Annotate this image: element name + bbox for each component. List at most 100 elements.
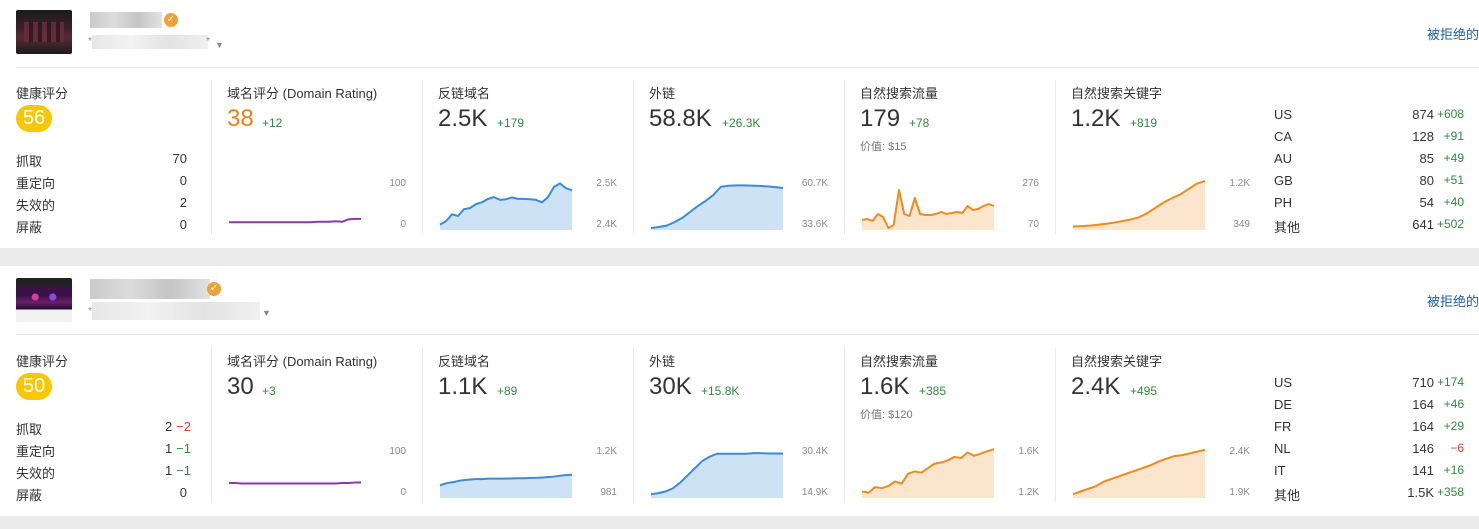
traffic-value-label: 价值: $15 [860,141,907,153]
site-url-redacted[interactable] [92,35,208,49]
referring-domains-value[interactable]: 2.5K [438,105,487,133]
verified-badge-icon: ✓ [164,13,178,27]
stat-key: 抓取 [16,154,43,169]
country-row[interactable]: DE 164 +46 [1274,397,1464,415]
stat-row-blocked[interactable]: 屏蔽 0 [16,217,191,235]
country-row[interactable]: PH 54 +40 [1274,195,1464,213]
country-row[interactable]: NL 146 −6 [1274,441,1464,459]
verified-badge-icon: ✓ [207,282,221,296]
backlinks-value[interactable]: 30K [649,373,692,401]
organic-traffic-chart[interactable] [860,178,996,230]
axis-top-label: 2.4K [1229,446,1250,457]
site-name-redacted[interactable] [90,12,162,28]
country-row[interactable]: 其他 641 +502 [1274,217,1464,235]
domain-rating-value[interactable]: 38 [227,105,254,133]
chevron-down-icon[interactable]: ▼ [262,308,271,318]
site-thumbnail[interactable] [16,10,72,54]
domain-rating-chart[interactable] [227,446,363,498]
referring-domains-value[interactable]: 1.1K [438,373,487,401]
health-score-badge[interactable]: 56 [16,105,52,132]
stat-value: 0 [179,173,187,188]
site-thumbnail[interactable] [16,278,72,322]
backlinks-chart[interactable] [649,178,785,230]
organic-traffic-chart[interactable] [860,446,996,498]
domain-rating-value[interactable]: 30 [227,373,254,401]
referring-domains-chart[interactable] [438,178,574,230]
domain-rating-label: 域名评分 (Domain Rating) [227,354,378,369]
stat-key: 重定向 [16,176,56,191]
stat-value: 1 −1 [164,463,191,478]
rejected-link[interactable]: 被拒绝的 [1427,291,1479,310]
chart-series-line [229,217,361,224]
organic-keywords-delta: +819 [1130,116,1158,130]
column-separator [422,80,423,235]
stat-row-crawled[interactable]: 抓取 2 −2 [16,419,191,437]
organic-keywords-label: 自然搜索关键字 [1071,86,1163,101]
stat-row-broken[interactable]: 失效的 2 [16,195,191,213]
chart-area [651,453,783,498]
organic-keywords-value[interactable]: 1.2K [1071,105,1120,133]
referring-domains-chart[interactable] [438,446,574,498]
country-row[interactable]: FR 164 +29 [1274,419,1464,437]
health-score-label: 健康评分 [16,354,69,369]
axis-top-label: 276 [1022,178,1039,189]
stat-key: 失效的 [16,466,56,481]
stat-key: 屏蔽 [16,220,43,235]
stat-value: 70 [172,151,187,166]
backlinks-value[interactable]: 58.8K [649,105,712,133]
site-url-redacted[interactable] [92,302,260,320]
domain-rating-label: 域名评分 (Domain Rating) [227,86,378,101]
axis-bottom-label: 1.9K [1229,487,1250,498]
column-separator [633,80,634,235]
domain-rating-delta: +3 [262,384,276,398]
organic-traffic-delta: +78 [909,116,930,130]
axis-bottom-label: 2.4K [596,219,617,230]
domain-rating-chart[interactable] [227,178,363,230]
health-score-badge[interactable]: 50 [16,373,52,400]
referring-domains-label: 反链域名 [438,86,491,101]
column-separator [1055,80,1056,235]
backlinks-delta: +26.3K [722,116,761,130]
stat-value: 2 [179,195,187,210]
organic-traffic-value[interactable]: 1.6K [860,373,909,401]
axis-top-label: 60.7K [801,178,828,189]
country-row[interactable]: US 710 +174 [1274,375,1464,393]
country-row[interactable]: US 874 +608 [1274,107,1464,125]
axis-bottom-label: 0 [400,487,406,498]
backlinks-delta: +15.8K [701,384,740,398]
stat-row-crawled[interactable]: 抓取 70 [16,151,191,169]
stat-row-redirect[interactable]: 重定向 0 [16,173,191,191]
country-row[interactable]: AU 85 +49 [1274,151,1464,169]
organic-keywords-delta: +495 [1130,384,1158,398]
axis-bottom-label: 981 [600,487,617,498]
stat-row-redirect[interactable]: 重定向 1 −1 [16,441,191,459]
organic-traffic-label: 自然搜索流量 [860,86,939,101]
column-separator [844,80,845,235]
chart-area [1073,449,1205,498]
organic-keywords-chart[interactable] [1071,178,1207,230]
organic-traffic-value[interactable]: 179 [860,105,900,133]
stat-value: 1 −1 [164,441,191,456]
organic-keywords-value[interactable]: 2.4K [1071,373,1120,401]
traffic-value-label: 价值: $120 [860,409,913,421]
country-row[interactable]: 其他 1.5K +358 [1274,485,1464,503]
chevron-down-icon[interactable]: ▼ [215,40,224,50]
wildcard-icon: * [206,36,210,47]
backlinks-chart[interactable] [649,446,785,498]
column-separator [1055,348,1056,503]
axis-top-label: 100 [389,446,406,457]
axis-top-label: 100 [389,178,406,189]
country-row[interactable]: IT 141 +16 [1274,463,1464,481]
organic-keywords-chart[interactable] [1071,446,1207,498]
stat-row-broken[interactable]: 失效的 1 −1 [16,463,191,481]
site-card: ✓ * * ▼ 被拒绝的 健康评分 56 抓取 70 重定向 0 失效的 2 屏蔽 0 … [0,0,1479,248]
stat-key: 屏蔽 [16,488,43,503]
stat-value: 2 −2 [164,419,191,434]
country-row[interactable]: GB 80 +51 [1274,173,1464,191]
axis-bottom-label: 1.2K [1018,487,1039,498]
stat-row-blocked[interactable]: 屏蔽 0 [16,485,191,503]
site-name-redacted[interactable] [90,279,210,299]
rejected-link[interactable]: 被拒绝的 [1427,24,1479,43]
chart-series-line [229,481,361,485]
country-row[interactable]: CA 128 +91 [1274,129,1464,147]
